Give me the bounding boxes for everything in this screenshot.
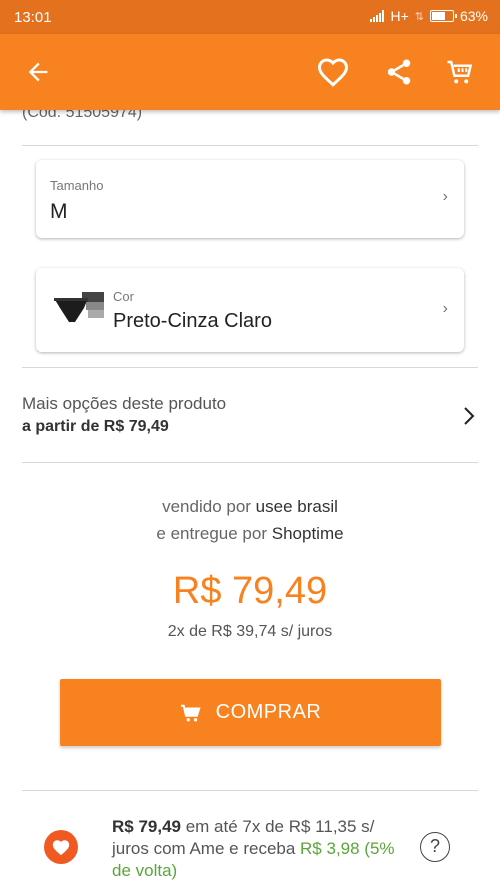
sold-by-line: vendido por usee brasil	[0, 497, 500, 517]
network-type: H+	[390, 8, 409, 24]
size-selector[interactable]: Tamanho M ›	[36, 160, 464, 238]
status-time: 13:01	[14, 9, 52, 26]
battery-icon	[429, 10, 457, 22]
divider	[22, 367, 478, 368]
delivered-by-line: e entregue por Shoptime	[0, 524, 500, 544]
buy-button-label: COMPRAR	[215, 701, 322, 723]
divider	[22, 145, 478, 146]
installments: 2x de R$ 39,74 s/ juros	[167, 623, 333, 640]
cart-icon	[447, 60, 473, 84]
more-options-title: Mais opções deste produto	[22, 394, 227, 413]
color-label: Cor	[113, 289, 134, 304]
delivery-partner: Shoptime	[271, 524, 344, 543]
status-bar: 13:01 H+ ⇅ 63%	[0, 0, 500, 34]
chevron-right-icon: ›	[442, 188, 448, 205]
ame-amount: R$ 79,49	[112, 817, 181, 836]
status-icons: H+ ⇅ 63%	[370, 8, 488, 24]
favorite-button[interactable]	[313, 52, 353, 92]
divider	[22, 462, 478, 463]
app-toolbar	[0, 34, 500, 110]
signal-icon	[370, 10, 385, 22]
ame-offer-text: R$ 79,49 em até 7x de R$ 11,35 s/ juros …	[112, 816, 412, 882]
size-value: M	[50, 200, 68, 223]
divider	[22, 790, 478, 791]
delivered-by-prefix: e entregue por	[156, 524, 268, 543]
heart-outline-icon	[317, 58, 349, 87]
arrow-left-icon	[28, 62, 48, 82]
more-options-link[interactable]: Mais opções deste produto a partir de R$…	[22, 394, 226, 436]
help-icon[interactable]: ?	[420, 832, 450, 862]
battery-percent: 63%	[459, 8, 488, 24]
sold-by-prefix: vendido por	[162, 497, 251, 516]
more-options-price: a partir de R$ 79,49	[22, 418, 169, 435]
product-price: R$ 79,49	[172, 570, 328, 612]
cart-icon	[180, 704, 201, 721]
product-thumbnail	[54, 292, 104, 322]
chevron-right-icon[interactable]	[462, 406, 476, 426]
color-selector[interactable]: Cor Preto-Cinza Claro ›	[36, 268, 464, 352]
chevron-right-icon: ›	[442, 300, 448, 317]
seller-name[interactable]: usee brasil	[256, 497, 338, 516]
share-button[interactable]	[379, 52, 419, 92]
size-label: Tamanho	[50, 178, 104, 193]
back-button[interactable]	[18, 52, 58, 92]
data-arrows-icon: ⇅	[414, 10, 424, 23]
cart-button[interactable]	[440, 52, 480, 92]
color-value: Preto-Cinza Claro	[113, 310, 272, 332]
buy-button[interactable]: COMPRAR	[60, 679, 441, 746]
ame-logo-icon	[44, 830, 78, 864]
share-icon	[387, 59, 411, 85]
